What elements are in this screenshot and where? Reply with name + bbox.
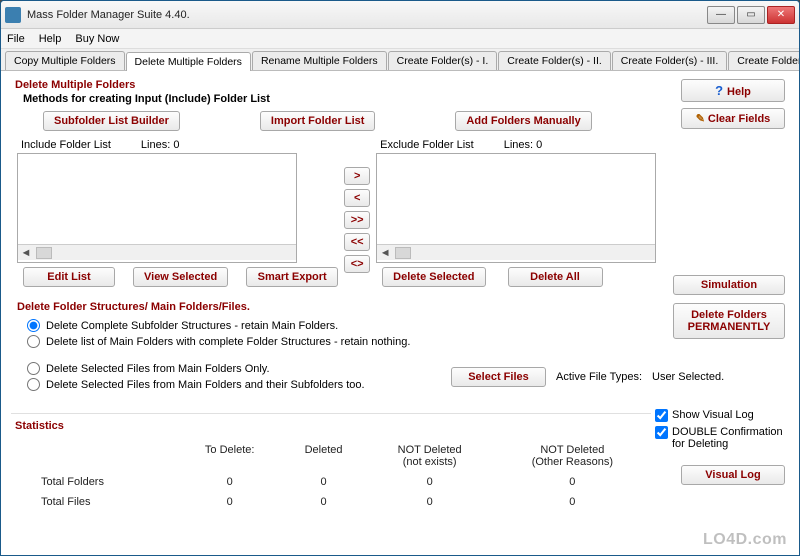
simulation-button[interactable]: Simulation (673, 275, 785, 295)
menu-file[interactable]: File (7, 33, 25, 45)
tab-rename[interactable]: Rename Multiple Folders (252, 51, 387, 70)
delete-folders-permanently-button[interactable]: Delete FoldersPERMANENTLY (673, 303, 785, 339)
watermark: LO4D.com (703, 531, 787, 549)
stats-col-deleted: Deleted (282, 440, 366, 472)
view-selected-button[interactable]: View Selected (133, 267, 228, 287)
show-visual-log-checkbox[interactable] (655, 409, 668, 422)
stats-col-notdel-ne: NOT Deleted(not exists) (366, 440, 494, 472)
titlebar: Mass Folder Manager Suite 4.40. — ▭ ✕ (1, 1, 799, 29)
stats-row-files-label: Total Files (11, 492, 178, 512)
delete-opt-1-label: Delete Complete Subfolder Structures - r… (46, 320, 338, 332)
tab-copy[interactable]: Copy Multiple Folders (5, 51, 125, 70)
window-title: Mass Folder Manager Suite 4.40. (27, 9, 707, 21)
table-row: Total Files 0 0 0 0 (11, 492, 651, 512)
double-confirm-label: DOUBLE Confirmation for Deleting (672, 426, 785, 450)
tab-create-3[interactable]: Create Folder(s) - III. (612, 51, 727, 70)
help-button[interactable]: Help (681, 79, 785, 102)
close-button[interactable]: ✕ (767, 6, 795, 24)
smart-export-button[interactable]: Smart Export (246, 267, 338, 287)
menu-buynow[interactable]: Buy Now (75, 33, 119, 45)
move-right-button[interactable]: > (344, 167, 370, 185)
delete-opt-2-label: Delete list of Main Folders with complet… (46, 336, 410, 348)
tab-strip: Copy Multiple Folders Delete Multiple Fo… (1, 49, 799, 71)
include-scrollbar[interactable]: ◄ (18, 244, 296, 260)
visual-log-button[interactable]: Visual Log (681, 465, 785, 485)
stats-col-todelete: To Delete: (178, 440, 282, 472)
delete-opt-4-label: Delete Selected Files from Main Folders … (46, 379, 365, 391)
add-folders-manually-button[interactable]: Add Folders Manually (455, 111, 591, 131)
edit-list-button[interactable]: Edit List (23, 267, 115, 287)
statistics-table: To Delete: Deleted NOT Deleted(not exist… (11, 440, 651, 512)
stats-col-notdel-other: NOT Deleted(Other Reasons) (494, 440, 651, 472)
include-list-label: Include Folder List (21, 139, 111, 151)
statistics-heading: Statistics (15, 420, 651, 432)
delete-opt-4-radio[interactable] (27, 378, 40, 391)
app-icon (5, 7, 21, 23)
delete-opt-2-radio[interactable] (27, 335, 40, 348)
swap-button[interactable]: <> (344, 255, 370, 273)
exclude-lines-label: Lines: (504, 139, 533, 151)
move-all-left-button[interactable]: << (344, 233, 370, 251)
menu-help[interactable]: Help (39, 33, 62, 45)
move-all-right-button[interactable]: >> (344, 211, 370, 229)
include-lines-value: 0 (173, 139, 179, 151)
clear-fields-button[interactable]: Clear Fields (681, 108, 785, 129)
statistics-panel: Statistics To Delete: Deleted NOT Delete… (11, 413, 651, 512)
delete-opt-1-radio[interactable] (27, 319, 40, 332)
delete-all-button[interactable]: Delete All (508, 267, 603, 287)
maximize-button[interactable]: ▭ (737, 6, 765, 24)
table-row: Total Folders 0 0 0 0 (11, 472, 651, 492)
exclude-lines-value: 0 (536, 139, 542, 151)
tab-delete[interactable]: Delete Multiple Folders (126, 52, 251, 71)
stats-row-folders-label: Total Folders (11, 472, 178, 492)
double-confirm-checkbox[interactable] (655, 426, 668, 439)
exclude-scrollbar[interactable]: ◄ (377, 244, 655, 260)
delete-opt-3-label: Delete Selected Files from Main Folders … (46, 363, 270, 375)
include-lines-label: Lines: (141, 139, 170, 151)
include-folder-listbox[interactable]: ◄ (17, 153, 297, 263)
exclude-list-label: Exclude Folder List (380, 139, 474, 151)
app-window: Mass Folder Manager Suite 4.40. — ▭ ✕ Fi… (0, 0, 800, 556)
move-left-button[interactable]: < (344, 189, 370, 207)
import-folder-list-button[interactable]: Import Folder List (260, 111, 376, 131)
tab-content: Delete Multiple Folders Methods for crea… (1, 71, 799, 555)
tab-create-2[interactable]: Create Folder(s) - II. (498, 51, 611, 70)
delete-opt-3-radio[interactable] (27, 362, 40, 375)
tab-create-4[interactable]: Create Folder -IV. (728, 51, 800, 70)
active-file-types-label: Active File Types: (556, 371, 642, 383)
exclude-folder-listbox[interactable]: ◄ (376, 153, 656, 263)
subfolder-list-builder-button[interactable]: Subfolder List Builder (43, 111, 180, 131)
delete-selected-button[interactable]: Delete Selected (382, 267, 485, 287)
show-visual-log-label: Show Visual Log (672, 409, 754, 421)
active-file-types-value: User Selected. (652, 371, 724, 383)
select-files-button[interactable]: Select Files (451, 367, 546, 387)
menubar: File Help Buy Now (1, 29, 799, 49)
minimize-button[interactable]: — (707, 6, 735, 24)
tab-create-1[interactable]: Create Folder(s) - I. (388, 51, 498, 70)
